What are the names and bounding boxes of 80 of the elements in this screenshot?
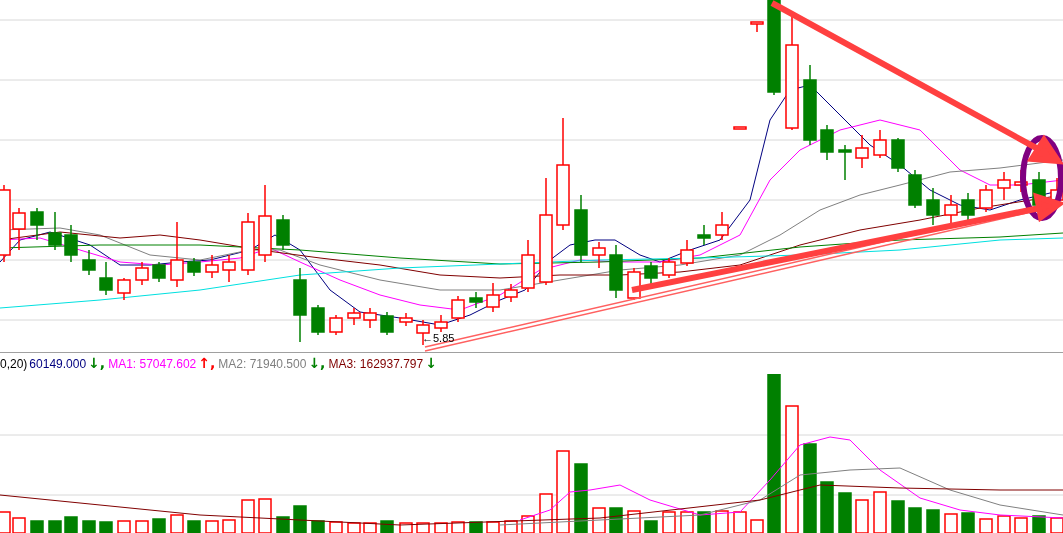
volume-bar [380, 520, 394, 533]
volume-bar [574, 463, 588, 533]
legend-text: MA3: 162937.797 [328, 355, 424, 373]
legend-text: 0,20) [0, 355, 28, 373]
candlestick [855, 134, 869, 169]
low-price-label: 5.85 [433, 333, 455, 344]
volume-bar [644, 520, 658, 533]
candlestick [891, 137, 905, 173]
candlestick [311, 304, 325, 336]
trend-arrow: ↑, [198, 354, 216, 373]
candlestick [399, 312, 413, 327]
volume-bar [469, 521, 483, 533]
volume-bar [48, 520, 62, 533]
volume-bar [82, 520, 96, 533]
volume-bar [697, 511, 711, 533]
candlestick [48, 211, 62, 251]
candlestick [30, 207, 44, 241]
candlestick [64, 224, 78, 263]
candlestick [451, 295, 465, 323]
candlestick [363, 307, 377, 329]
candlestick [205, 254, 219, 279]
candlestick [944, 194, 958, 226]
trend-arrow: ↓ [425, 354, 437, 373]
volume-bar [820, 481, 834, 533]
candlestick [152, 261, 166, 283]
candlestick [117, 277, 131, 301]
arrow-glyph: ← [422, 333, 433, 344]
candlestick [82, 249, 96, 276]
candlestick [715, 211, 729, 241]
volume-bar [30, 520, 44, 533]
candlestick [979, 184, 993, 213]
candlestick [820, 124, 834, 161]
candlestick [873, 129, 887, 159]
candlestick [329, 314, 343, 336]
volume-bar [926, 509, 940, 533]
candlestick [838, 144, 852, 181]
candlestick [997, 171, 1011, 201]
candlestick [750, 21, 764, 33]
candlestick [961, 192, 975, 223]
candlestick [504, 283, 518, 303]
volume-bar [838, 492, 852, 533]
volume-bar [908, 507, 922, 533]
candlestick [486, 282, 500, 313]
candlestick [347, 307, 361, 326]
volume-bar [293, 505, 307, 533]
trend-arrow: ↓, [88, 354, 106, 373]
candlestick [926, 187, 940, 226]
candlestick [521, 239, 535, 293]
volume-bar [961, 512, 975, 533]
candlestick [380, 311, 394, 336]
volume-bar [891, 500, 905, 533]
candlestick [680, 239, 694, 267]
candlestick [609, 244, 623, 299]
volume-bar [609, 507, 623, 533]
candlestick [241, 212, 255, 276]
candlestick [170, 221, 184, 288]
candlestick [469, 291, 483, 309]
legend-text: MA1: 57047.602 [108, 355, 197, 373]
candlestick [574, 194, 588, 263]
volume-bar [152, 518, 166, 533]
candlestick [592, 241, 606, 269]
candlestick [644, 261, 658, 286]
volume-bar [99, 521, 113, 533]
volume-bar [311, 520, 325, 533]
volume-bar [64, 516, 78, 533]
legend-text: 60149.000 [29, 355, 87, 373]
candlestick [733, 126, 747, 130]
candlestick [222, 254, 236, 283]
candlestick [187, 257, 201, 277]
candlestick [135, 261, 149, 286]
candlestick [99, 261, 113, 296]
candlestick [697, 224, 711, 246]
candlestick [662, 257, 676, 279]
volume-bar [1032, 515, 1046, 533]
volume-bar [187, 520, 201, 533]
legend-text: MA2: 71940.500 [218, 355, 307, 373]
candlestick [276, 214, 290, 251]
candlestick [908, 169, 922, 209]
trend-arrow: ↓, [308, 354, 326, 373]
candlestick [434, 314, 448, 333]
